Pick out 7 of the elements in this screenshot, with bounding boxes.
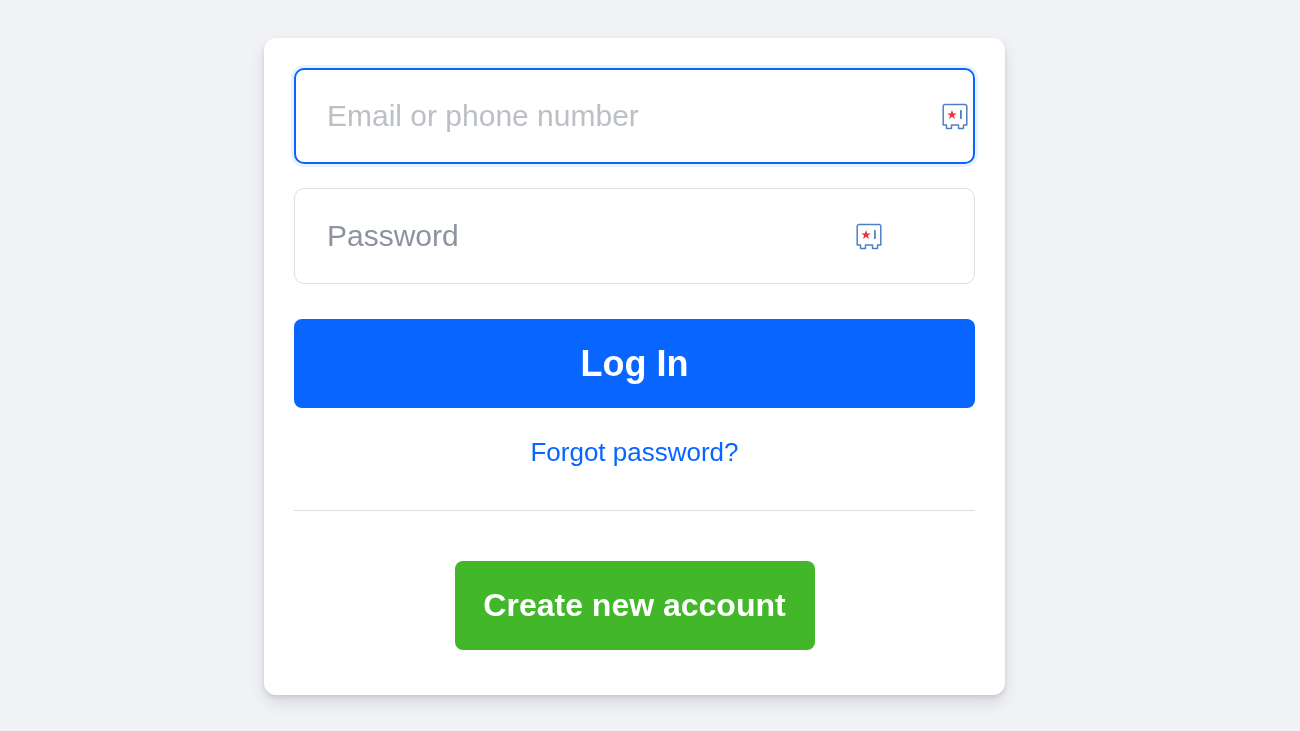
forgot-password-link[interactable]: Forgot password? xyxy=(530,436,739,468)
asterisk-card-icon[interactable] xyxy=(942,103,968,130)
create-account-button[interactable]: Create new account xyxy=(454,561,815,650)
login-button[interactable]: Log In xyxy=(294,319,975,408)
password-field[interactable]: Password xyxy=(294,188,975,284)
asterisk-card-icon[interactable] xyxy=(856,223,882,250)
email-field[interactable]: Email or phone number xyxy=(294,68,975,164)
